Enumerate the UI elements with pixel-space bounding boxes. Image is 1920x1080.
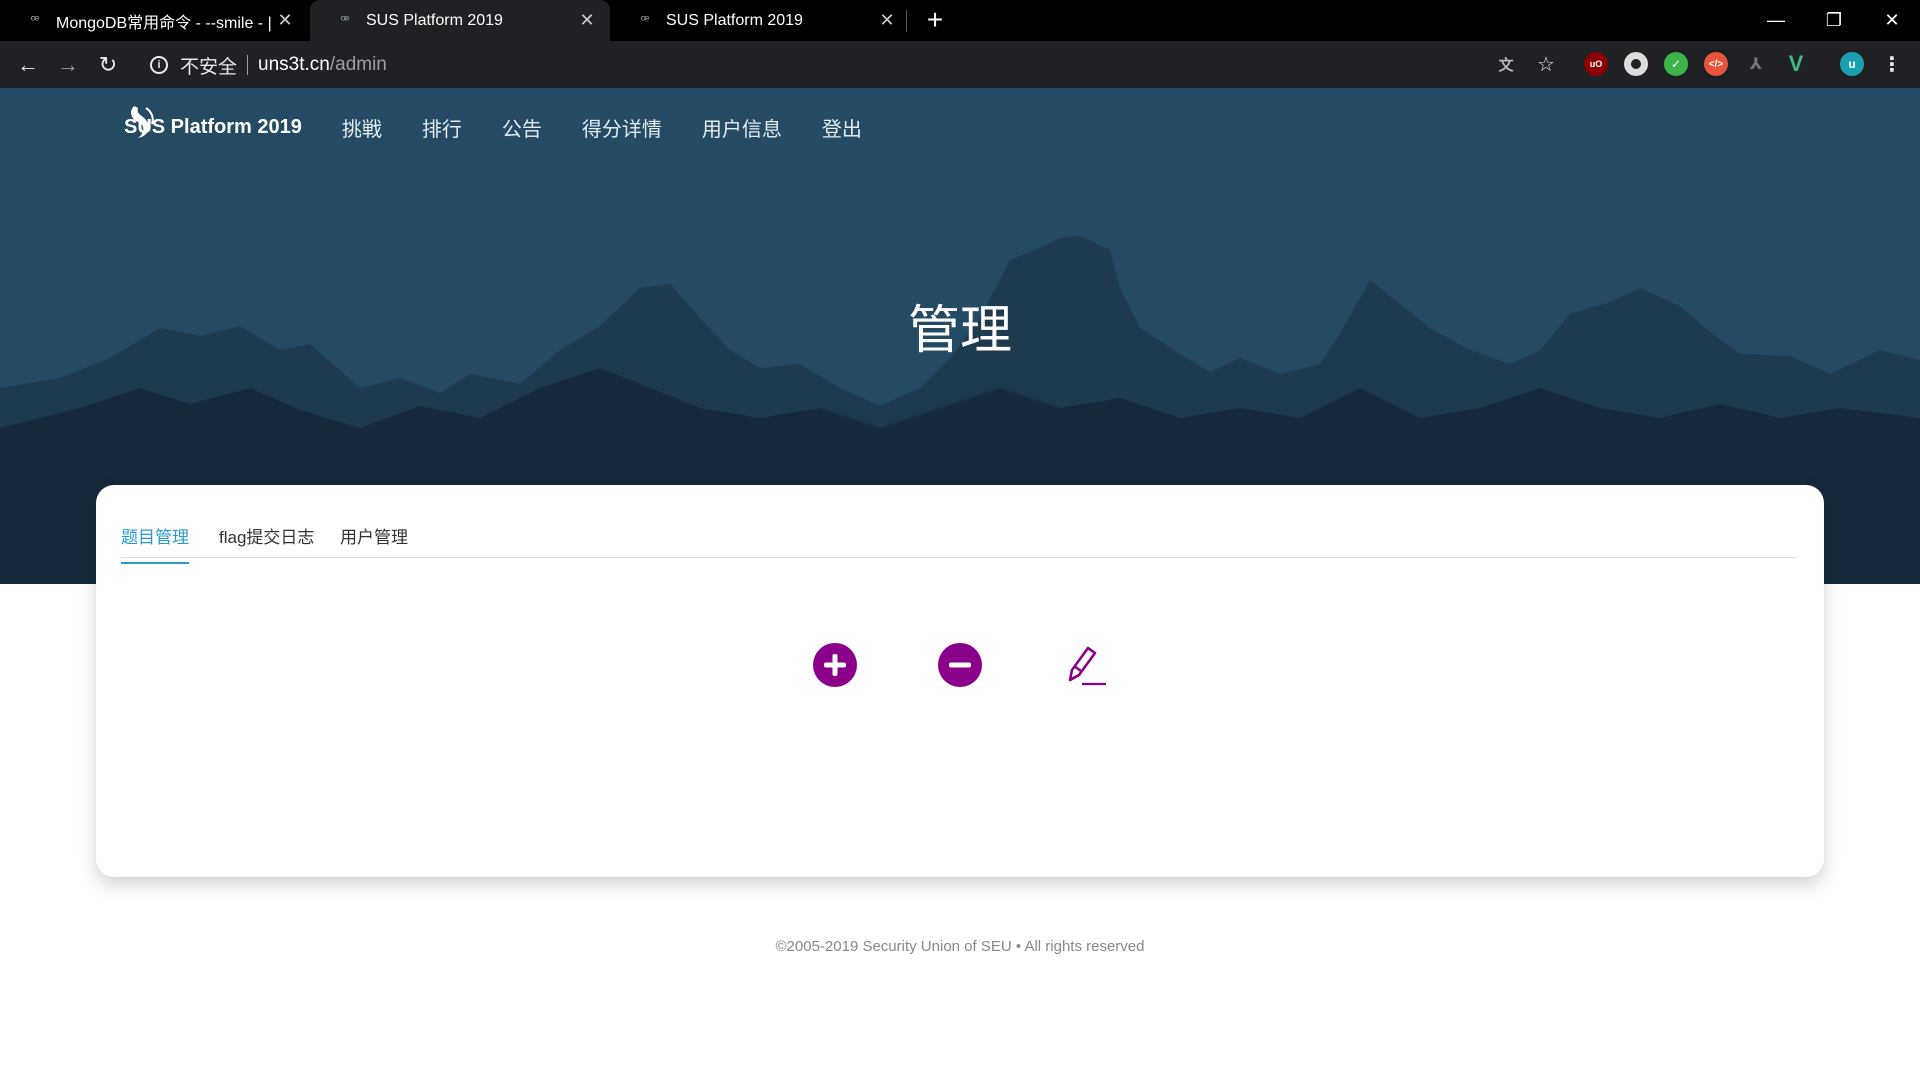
- code-extension-icon[interactable]: </>: [1704, 52, 1728, 76]
- nav-link-user-info[interactable]: 用户信息: [702, 113, 782, 142]
- browser-tab-title: SUS Platform 2019: [366, 11, 503, 29]
- bookmark-star-icon[interactable]: ☆: [1534, 52, 1558, 76]
- restore-window-icon[interactable]: ❐: [1806, 0, 1862, 41]
- tab-user-management[interactable]: 用户管理: [340, 523, 408, 562]
- nav-link-announcements[interactable]: 公告: [502, 113, 542, 142]
- admin-actions: [96, 642, 1824, 690]
- nav-link-challenges[interactable]: 挑戦: [342, 113, 382, 142]
- ublock-extension-icon[interactable]: uO: [1584, 52, 1608, 76]
- tab-challenge-management[interactable]: 题目管理: [121, 523, 189, 564]
- translate-icon[interactable]: 文: [1494, 52, 1518, 76]
- shield-extension-icon[interactable]: ✓: [1664, 52, 1688, 76]
- browser-tab-strip: ꟹ MongoDB常用命令 - --smile - | ✕ ꟹ SUS Plat…: [0, 0, 1920, 41]
- new-tab-button[interactable]: +: [920, 6, 950, 36]
- brand-logo-icon: [131, 106, 154, 138]
- nav-link-logout[interactable]: 登出: [822, 113, 862, 142]
- tab-favicon-icon: ꟹ: [30, 12, 40, 28]
- reload-button[interactable]: ↻: [92, 49, 124, 81]
- tab-flag-submission-log[interactable]: flag提交日志: [219, 523, 314, 562]
- remove-circle-icon[interactable]: [937, 642, 983, 688]
- browser-tab-active[interactable]: ꟹ SUS Platform 2019 ✕: [310, 0, 610, 41]
- admin-card: 题目管理 flag提交日志 用户管理: [96, 485, 1824, 877]
- minimize-window-icon[interactable]: —: [1748, 0, 1804, 41]
- close-tab-icon[interactable]: ✕: [272, 8, 298, 34]
- brand-link[interactable]: SUS Platform 2019: [124, 106, 302, 139]
- profile-avatar[interactable]: u: [1840, 52, 1864, 76]
- nav-link-ranking[interactable]: 排行: [422, 113, 462, 142]
- back-button[interactable]: ←: [12, 49, 44, 81]
- url-divider: [247, 55, 249, 75]
- close-tab-icon[interactable]: ✕: [874, 8, 900, 34]
- page: SUS Platform 2019 挑戦 排行 公告 得分详情 用户信息 登出 …: [0, 88, 1920, 1080]
- close-window-icon[interactable]: ✕: [1864, 0, 1920, 41]
- address-bar[interactable]: i 不安全 uns3t.cn /admin: [140, 47, 1470, 83]
- admin-tab-bar: 题目管理 flag提交日志 用户管理: [121, 485, 1796, 564]
- browser-menu-icon[interactable]: ⋮: [1880, 52, 1904, 76]
- nav-link-score-details[interactable]: 得分详情: [582, 113, 662, 142]
- browser-tab[interactable]: ꟹ MongoDB常用命令 - --smile - | ✕: [0, 0, 308, 41]
- tab-separator: [906, 10, 907, 32]
- page-title: 管理: [907, 302, 1012, 360]
- security-label: 不安全: [180, 56, 238, 78]
- url-host: uns3t.cn: [258, 54, 330, 75]
- tab-favicon-icon: ꟹ: [340, 12, 350, 28]
- add-circle-icon[interactable]: [812, 642, 858, 688]
- tree-extension-icon[interactable]: ⅄: [1744, 52, 1768, 76]
- close-tab-icon[interactable]: ✕: [574, 8, 600, 34]
- browser-tab-title: MongoDB常用命令 - --smile - |: [56, 14, 272, 32]
- browser-tab-title: SUS Platform 2019: [666, 11, 803, 29]
- info-icon[interactable]: i: [150, 56, 168, 74]
- forward-button[interactable]: →: [52, 49, 84, 81]
- url-path: /admin: [329, 54, 387, 75]
- site-navbar: SUS Platform 2019 挑戦 排行 公告 得分详情 用户信息 登出: [124, 102, 902, 152]
- record-extension-icon[interactable]: [1624, 52, 1648, 76]
- browser-tab[interactable]: ꟹ SUS Platform 2019 ✕: [610, 0, 910, 41]
- vue-devtools-icon[interactable]: V: [1784, 51, 1808, 76]
- tab-favicon-icon: ꟹ: [640, 12, 650, 28]
- footer-copyright: ©2005-2019 Security Union of SEU • All r…: [775, 938, 1145, 955]
- edit-pencil-icon[interactable]: [1062, 642, 1108, 688]
